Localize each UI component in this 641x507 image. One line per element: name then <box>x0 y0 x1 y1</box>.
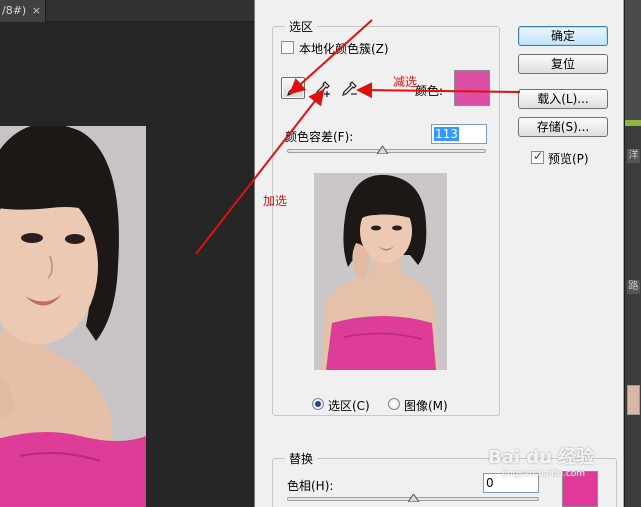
localized-clusters-label: 本地化颜色簇(Z) <box>299 42 389 56</box>
panel-strip-chip-2[interactable]: 路 <box>627 280 640 294</box>
panel-strip: 洋 路 <box>624 0 641 507</box>
preview-photo <box>314 173 447 370</box>
replace-group-legend: 替换 <box>285 450 318 467</box>
panel-strip-top <box>625 0 641 120</box>
reset-button[interactable]: 复位 <box>518 54 608 74</box>
sample-color-swatch[interactable] <box>454 70 490 106</box>
fuzziness-value: 113 <box>434 127 459 141</box>
load-button[interactable]: 载入(L)... <box>518 89 608 109</box>
document-tab-label: /8#) <box>2 4 27 17</box>
hue-slider-thumb[interactable] <box>407 494 419 502</box>
fuzziness-slider-thumb[interactable] <box>377 146 389 154</box>
ok-button[interactable]: 确定 <box>518 26 608 46</box>
add-annotation-label: 加选 <box>263 194 288 208</box>
color-label: 颜色: <box>415 84 444 98</box>
document-canvas[interactable] <box>0 126 146 507</box>
eyedropper-tool[interactable] <box>281 77 305 99</box>
fuzziness-input[interactable]: 113 <box>431 124 487 144</box>
subtract-from-sample-tool[interactable] <box>336 77 360 99</box>
subtract-annotation-label: 减选 <box>393 75 418 89</box>
selection-radio-label: 选区(C) <box>328 399 370 413</box>
photoshop-workspace: /8#) × <box>0 0 254 507</box>
layer-thumbnail[interactable] <box>627 385 640 415</box>
image-radio[interactable] <box>388 398 400 410</box>
hue-label: 色相(H): <box>287 479 334 493</box>
canvas-area[interactable] <box>0 22 254 507</box>
preview-label: 预览(P) <box>548 152 589 166</box>
preview-checkbox[interactable] <box>531 149 544 164</box>
watermark-sub: jingyan.baidu.com <box>502 469 586 479</box>
close-tab-icon[interactable]: × <box>32 0 41 22</box>
add-to-sample-tool[interactable] <box>309 77 333 99</box>
tab-bar <box>46 0 254 22</box>
eyedropper-minus-icon <box>342 81 357 96</box>
image-radio-label: 图像(M) <box>404 399 448 413</box>
panel-strip-green-bar <box>625 120 641 126</box>
watermark-main: Bai du 经验 <box>488 447 595 468</box>
document-photo <box>0 126 146 507</box>
save-button[interactable]: 存储(S)... <box>518 117 608 137</box>
selection-preview[interactable] <box>314 173 447 370</box>
eyedropper-plus-icon <box>315 81 330 97</box>
color-range-dialog: 选区 本地化颜色簇(Z) 颜色: 颜色容差(F): 113 选区(C) 图像(M… <box>254 0 624 507</box>
selection-radio[interactable] <box>312 398 324 410</box>
selection-group-legend: 选区 <box>285 18 318 35</box>
eyedropper-icon <box>287 81 302 96</box>
fuzziness-label: 颜色容差(F): <box>285 130 354 144</box>
localized-clusters-checkbox[interactable] <box>281 41 294 54</box>
panel-strip-chip-1[interactable]: 洋 <box>627 149 640 163</box>
baidu-watermark: Bai du 经验 jingyan.baidu.com <box>488 443 594 479</box>
document-tab[interactable]: /8#) × <box>0 0 46 22</box>
